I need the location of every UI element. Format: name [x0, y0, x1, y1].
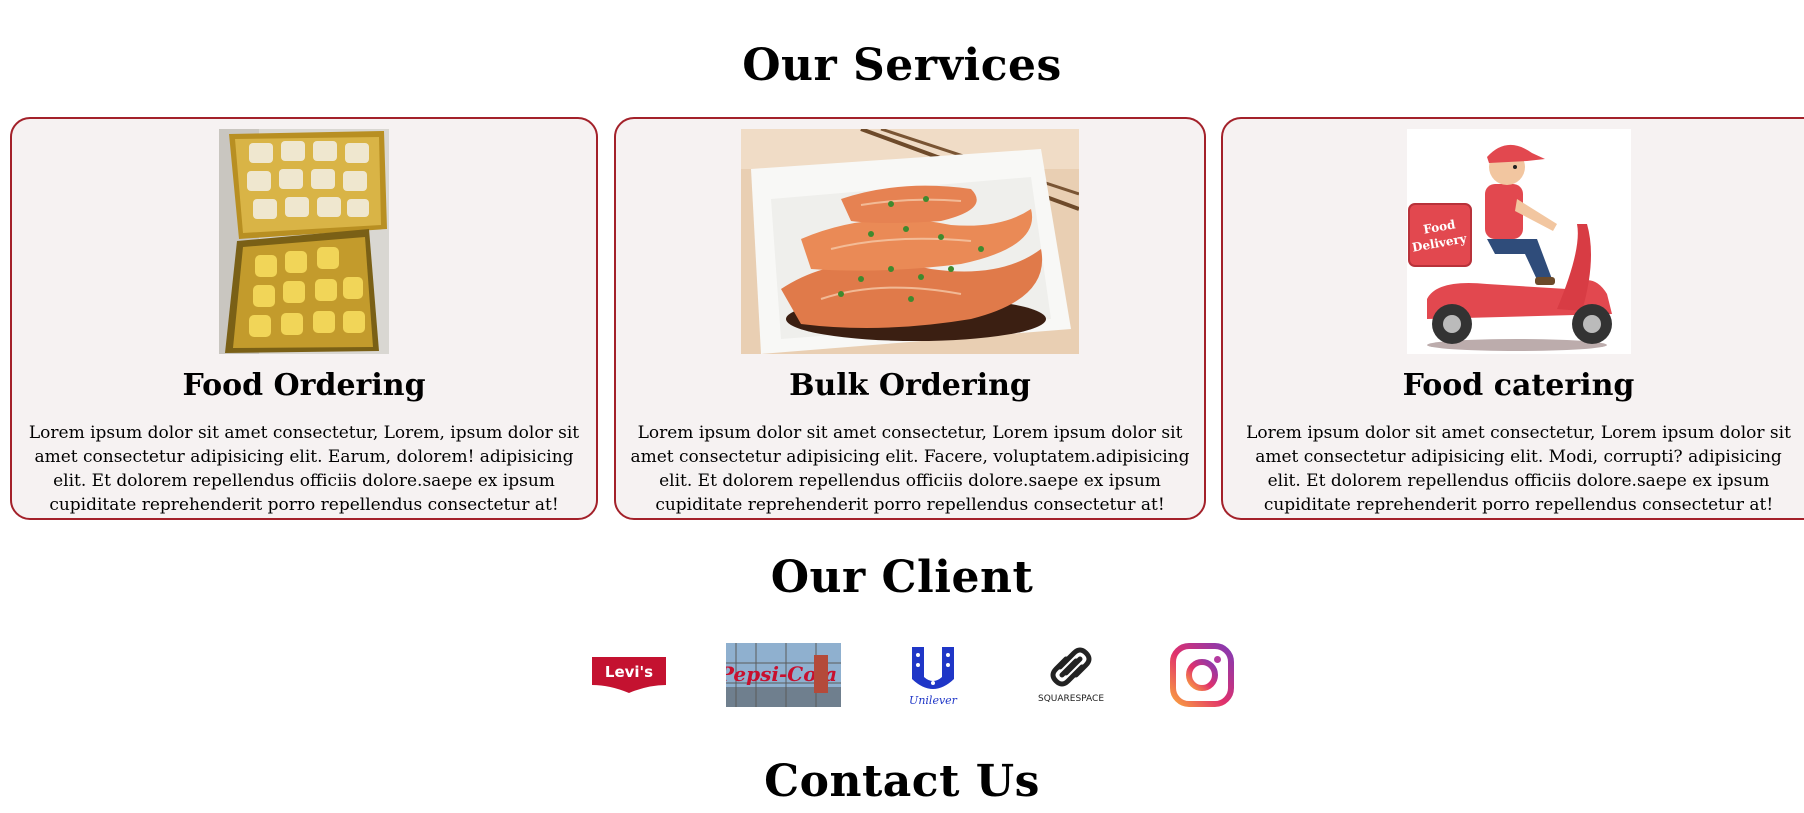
squarespace-wordmark: SQUARESPACE	[1038, 694, 1104, 704]
levis-wordmark: Levi's	[605, 663, 653, 681]
contact-heading: Contact Us	[764, 756, 1040, 807]
card-title: Bulk Ordering	[789, 368, 1031, 403]
unilever-logo[interactable]: Unilever	[900, 642, 966, 708]
squarespace-logo[interactable]: SQUARESPACE	[1026, 642, 1116, 708]
pepsi-cola-sign-logo[interactable]: Pepsi-Cola	[726, 642, 841, 708]
services-heading: Our Services	[742, 40, 1062, 91]
delivery-scooter-image: Food Delivery	[1406, 129, 1631, 354]
service-card-food-catering: Food Delivery Food catering Lorem ipsum …	[1221, 117, 1804, 520]
unilever-wordmark: Unilever	[909, 694, 958, 707]
card-description: Lorem ipsum dolor sit amet consectetur, …	[630, 423, 1190, 515]
services-cards: Food Ordering Lorem ipsum dolor sit amet…	[10, 117, 1804, 524]
card-title: Food Ordering	[182, 368, 426, 403]
card-title: Food catering	[1402, 368, 1635, 403]
salmon-dish-image	[741, 129, 1079, 354]
service-card-bulk-ordering: Bulk Ordering Lorem ipsum dolor sit amet…	[614, 117, 1206, 520]
instagram-logo[interactable]	[1170, 642, 1234, 708]
client-logos: Levi's Pepsi-Cola Unilever SQUARESPACE	[0, 642, 1804, 708]
card-description: Lorem ipsum dolor sit amet consectetur, …	[1246, 423, 1791, 515]
card-description: Lorem ipsum dolor sit amet consectetur, …	[28, 423, 580, 515]
clients-heading: Our Client	[770, 552, 1034, 603]
service-card-food-ordering: Food Ordering Lorem ipsum dolor sit amet…	[10, 117, 598, 520]
levis-logo[interactable]: Levi's	[590, 642, 668, 708]
ravioli-image	[219, 129, 389, 354]
